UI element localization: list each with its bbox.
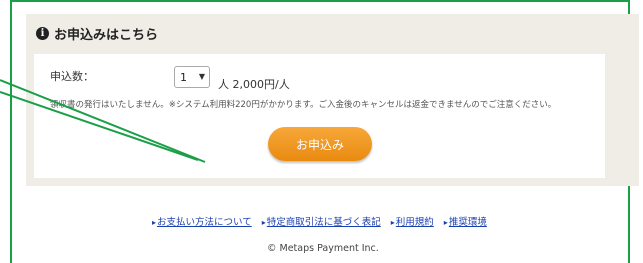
annotation-line-1 <box>0 79 206 163</box>
annotation-line-2 <box>0 91 199 161</box>
annotation-arrows <box>0 79 206 163</box>
